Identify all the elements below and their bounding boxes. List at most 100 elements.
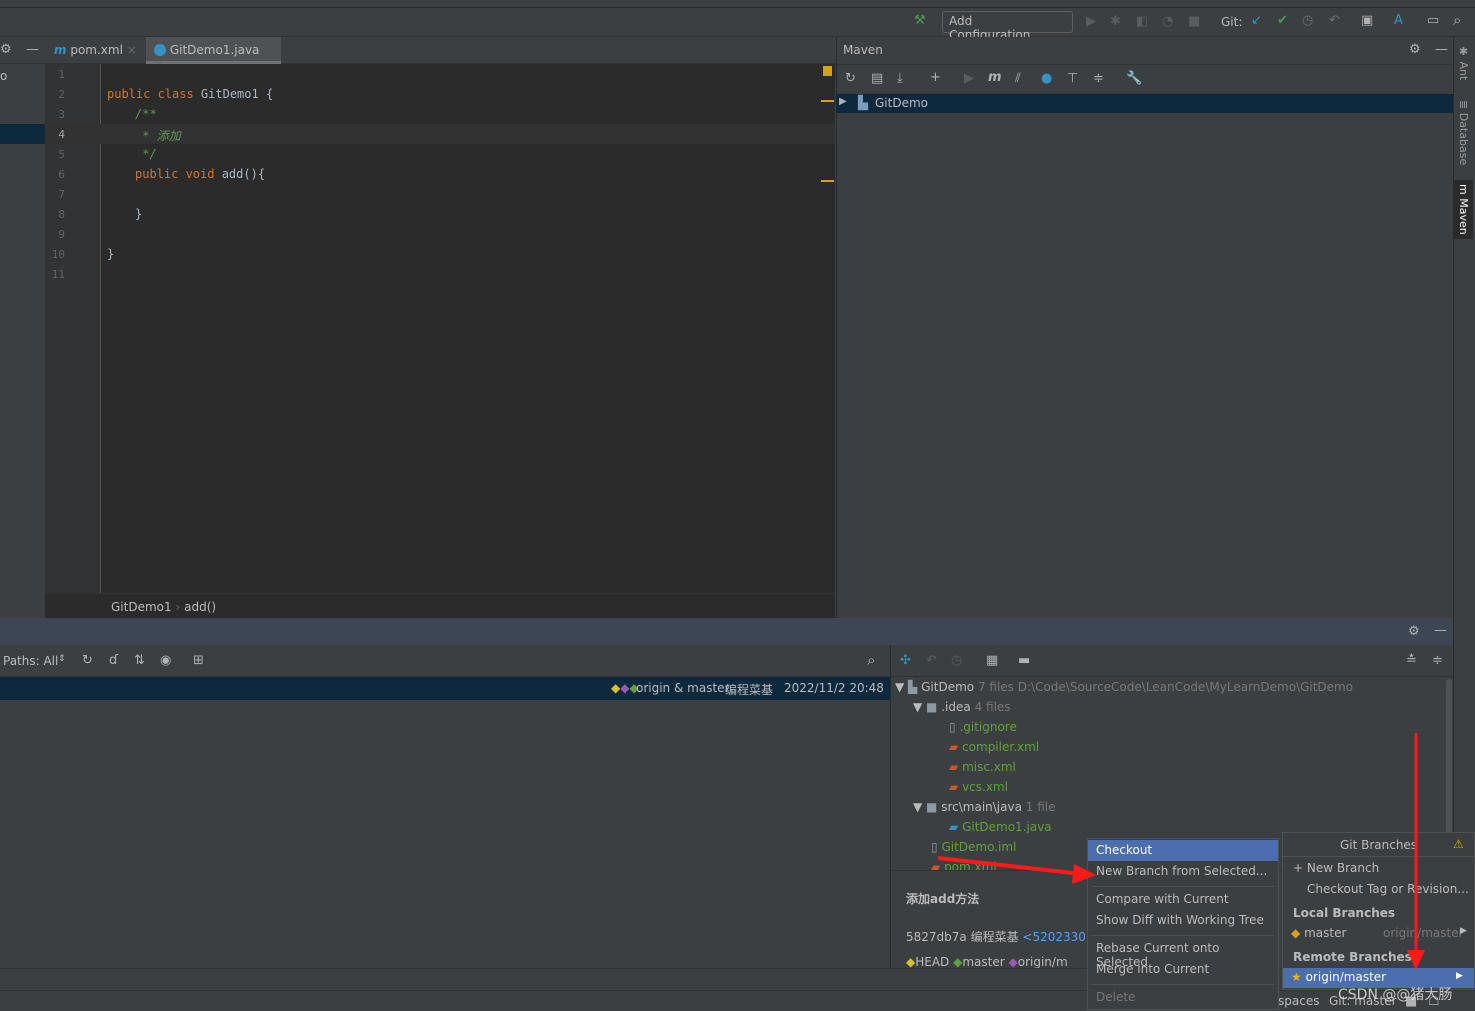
debug-icon[interactable]: ✱ [1110, 15, 1121, 28]
run-icon[interactable]: ▶ [1086, 15, 1096, 28]
gear-icon[interactable]: ⚙ [0, 43, 12, 56]
menu-item-delete[interactable]: Delete [1088, 987, 1278, 1008]
code-line-4: * 添加 [135, 129, 181, 143]
commit-row[interactable]: ◆◆◆ origin & master 编程菜基 2022/11/2 20:48 [0, 677, 890, 700]
collapse-all-icon[interactable]: ≑ [1432, 654, 1443, 667]
skip-tests-icon[interactable]: ● [1041, 72, 1052, 85]
breadcrumb-class[interactable]: GitDemo1 [111, 600, 172, 614]
add-icon[interactable]: + [930, 71, 941, 84]
translate-icon[interactable]: A [1394, 14, 1403, 27]
sort-icon[interactable]: ⇅ [134, 654, 145, 667]
project-panel-collapsed: o [0, 64, 45, 618]
file-name: GitDemo.iml [941, 840, 1017, 854]
revert-icon[interactable]: ↶ [926, 654, 937, 667]
collapse-all-icon[interactable]: ≑ [1093, 72, 1104, 85]
new-branch-item[interactable]: + New Branch [1293, 861, 1379, 875]
menu-item-merge[interactable]: Merge into Current [1088, 959, 1278, 980]
menu-item-rebase[interactable]: Rebase Current onto Selected [1088, 938, 1278, 969]
scrollbar[interactable] [1446, 679, 1452, 839]
history-icon[interactable]: ◷ [951, 654, 962, 667]
watermark: CSDN @@猪大肠 [1338, 987, 1453, 1003]
line-number: 6 [58, 168, 65, 181]
checkout-tag-item[interactable]: Checkout Tag or Revision... [1307, 882, 1472, 896]
branch-name: origin/master [1305, 970, 1387, 984]
menu-item-checkout[interactable]: Checkout [1088, 840, 1278, 861]
tree-file[interactable]: ▰ compiler.xml [949, 740, 1039, 754]
remote-branches-header: Remote Branches [1293, 950, 1412, 964]
tree-file[interactable]: ▰ vcs.xml [949, 780, 1008, 794]
warning-marker[interactable] [821, 100, 834, 102]
menu-item-new-branch[interactable]: New Branch from Selected... [1088, 861, 1278, 882]
menu-item-show-diff[interactable]: Show Diff with Working Tree [1088, 910, 1278, 931]
add-configuration-button[interactable]: Add Configuration... [942, 11, 1073, 42]
star-icon: ★ [1291, 970, 1302, 984]
reload-icon[interactable]: ↻ [845, 72, 856, 85]
warning-marker[interactable] [821, 180, 834, 182]
expand-all-icon[interactable]: ≛ [1406, 654, 1417, 667]
layout-icon[interactable]: ▬ [1018, 654, 1030, 667]
toggle-offline-icon[interactable]: ⫽ [1015, 72, 1021, 85]
code-line-10: } [107, 247, 115, 261]
git-commit-icon[interactable]: ✔ [1277, 14, 1288, 27]
warning-stripe[interactable] [823, 66, 832, 76]
indent-status[interactable]: spaces [1278, 994, 1319, 1008]
tab-gitdemo1-java[interactable]: GitDemo1.java × [146, 37, 281, 71]
git-label: Git: [1221, 15, 1243, 29]
open-in-tab-icon[interactable]: ⊞ [193, 654, 204, 667]
tree-node-src[interactable]: ▼ ■ src\main\java 1 file [913, 800, 1056, 814]
local-branch-master[interactable]: ◆ master origin/master ▶ [1291, 926, 1471, 940]
code-line-5: */ [135, 147, 157, 161]
tab-label: Ant [1457, 61, 1470, 81]
git-history-icon[interactable]: ◷ [1302, 14, 1313, 27]
git-rollback-icon[interactable]: ↶ [1329, 14, 1340, 27]
menu-item-compare[interactable]: Compare with Current [1088, 889, 1278, 910]
view-options-icon[interactable]: ◉ [160, 654, 171, 667]
profile-icon[interactable]: ◔ [1162, 15, 1173, 28]
tool-tab-database[interactable]: ≣ Database [1457, 100, 1470, 165]
git-update-icon[interactable]: ↙ [1251, 14, 1262, 27]
show-dependencies-icon[interactable]: ⊤ [1067, 72, 1078, 85]
tree-file[interactable]: ▯ .gitignore [949, 720, 1017, 734]
tree-file[interactable]: ▯ GitDemo.iml [931, 840, 1016, 854]
minimize-icon[interactable]: — [1435, 43, 1448, 56]
show-diff-icon[interactable]: ✣ [900, 654, 911, 667]
coverage-icon[interactable]: ◧ [1136, 15, 1148, 28]
warning-icon[interactable]: ⚠ [1453, 837, 1464, 851]
build-hammer-icon[interactable]: ⚒ [914, 14, 926, 27]
maven-goal-icon[interactable]: m [988, 71, 1002, 84]
maven-tree-item[interactable]: ▶ ▙ GitDemo [836, 94, 1453, 113]
close-icon[interactable]: × [127, 43, 137, 57]
tool-tab-maven[interactable]: m Maven [1454, 180, 1473, 239]
tree-node-idea[interactable]: ▼ ■ .idea 4 files [913, 700, 1011, 714]
search-icon[interactable]: ⌕ [1453, 13, 1461, 28]
cherry-pick-icon[interactable]: ɗ [109, 654, 118, 667]
minimize-icon[interactable]: — [1434, 624, 1447, 637]
keyword: public void [135, 167, 215, 181]
tree-file[interactable]: ▰ GitDemo1.java [949, 820, 1052, 834]
gear-icon[interactable]: ⚙ [1408, 625, 1420, 638]
tree-file[interactable]: ▰ misc.xml [949, 760, 1016, 774]
tree-node-root[interactable]: ▼ ▙ GitDemo 7 files D:\Code\SourceCode\L… [895, 680, 1353, 694]
expand-arrow-icon[interactable]: ▶ [839, 97, 847, 107]
search-icon[interactable]: ⌕ [867, 653, 875, 668]
group-by-icon[interactable]: ▦ [986, 654, 998, 667]
download-icon[interactable]: ⤓ [897, 72, 903, 85]
run-icon[interactable]: ▶ [964, 72, 974, 85]
tree-file[interactable]: ▰ pom.xml [931, 860, 997, 870]
wrench-icon[interactable]: 🔧 [1126, 72, 1142, 85]
file-name: .gitignore [959, 720, 1017, 734]
stop-icon[interactable]: ■ [1188, 15, 1200, 28]
tool-tab-ant[interactable]: ✱ Ant [1457, 45, 1470, 80]
breadcrumb-method[interactable]: add() [184, 600, 216, 614]
project-structure-icon[interactable]: ▣ [1361, 14, 1373, 27]
terminal-icon[interactable]: ▭ [1427, 14, 1439, 27]
local-branches-header: Local Branches [1293, 906, 1396, 920]
minimize-icon[interactable]: — [26, 43, 39, 56]
tab-pom-xml[interactable]: m pom.xml × [46, 37, 145, 64]
paths-filter[interactable]: Paths: All [3, 654, 58, 668]
refresh-icon[interactable]: ↻ [82, 654, 93, 667]
gear-icon[interactable]: ⚙ [1409, 43, 1421, 56]
branch-name: master [1304, 926, 1347, 940]
author-email[interactable]: <5202330+ [1022, 930, 1096, 944]
add-folder-icon[interactable]: ▤ [871, 72, 883, 85]
